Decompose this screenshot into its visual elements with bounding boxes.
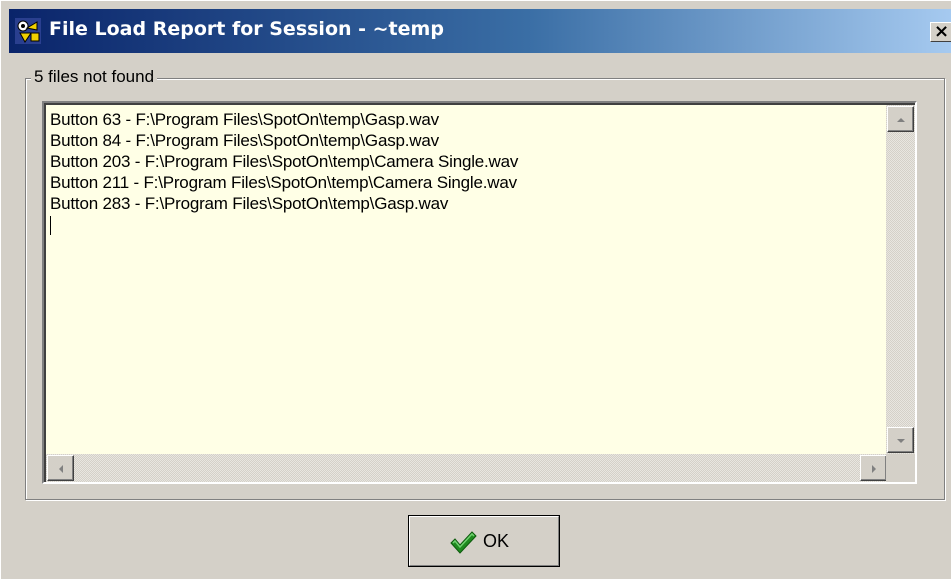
arrow-left-icon xyxy=(59,465,63,473)
arrow-right-icon xyxy=(872,465,876,473)
title-bar[interactable]: File Load Report for Session - ~temp × xyxy=(9,9,951,53)
memo-line-3: Button 203 - F:\Program Files\SpotOn\tem… xyxy=(50,152,519,171)
memo-text-area[interactable]: Button 63 - F:\Program Files\SpotOn\temp… xyxy=(44,103,915,482)
spoton-app-icon xyxy=(15,18,41,44)
scroll-corner xyxy=(886,454,915,482)
dialog-window: File Load Report for Session - ~temp × 5… xyxy=(0,0,951,579)
scroll-down-button[interactable] xyxy=(887,427,914,453)
memo-line-4: Button 211 - F:\Program Files\SpotOn\tem… xyxy=(50,173,517,192)
horizontal-scrollbar[interactable] xyxy=(46,454,888,482)
arrow-up-icon xyxy=(897,118,905,122)
memo-line-2: Button 84 - F:\Program Files\SpotOn\temp… xyxy=(50,131,439,150)
text-caret xyxy=(50,216,51,235)
ok-button[interactable]: OK xyxy=(408,515,560,567)
scroll-right-button[interactable] xyxy=(860,455,887,481)
group-legend: 5 files not found xyxy=(31,67,158,87)
memo-lines[interactable]: Button 63 - F:\Program Files\SpotOn\temp… xyxy=(50,109,885,454)
window-title: File Load Report for Session - ~temp xyxy=(49,18,444,40)
arrow-down-icon xyxy=(897,439,905,443)
close-icon: × xyxy=(934,21,950,42)
vertical-scrollbar[interactable] xyxy=(886,105,915,456)
scroll-up-button[interactable] xyxy=(887,106,914,132)
checkmark-icon xyxy=(450,531,477,554)
missing-files-memo[interactable]: Button 63 - F:\Program Files\SpotOn\temp… xyxy=(42,101,917,484)
close-button[interactable]: × xyxy=(930,21,951,42)
memo-line-5: Button 283 - F:\Program Files\SpotOn\tem… xyxy=(50,194,449,213)
ok-button-label: OK xyxy=(483,531,510,551)
scroll-left-button[interactable] xyxy=(47,455,74,481)
memo-line-1: Button 63 - F:\Program Files\SpotOn\temp… xyxy=(50,110,439,129)
